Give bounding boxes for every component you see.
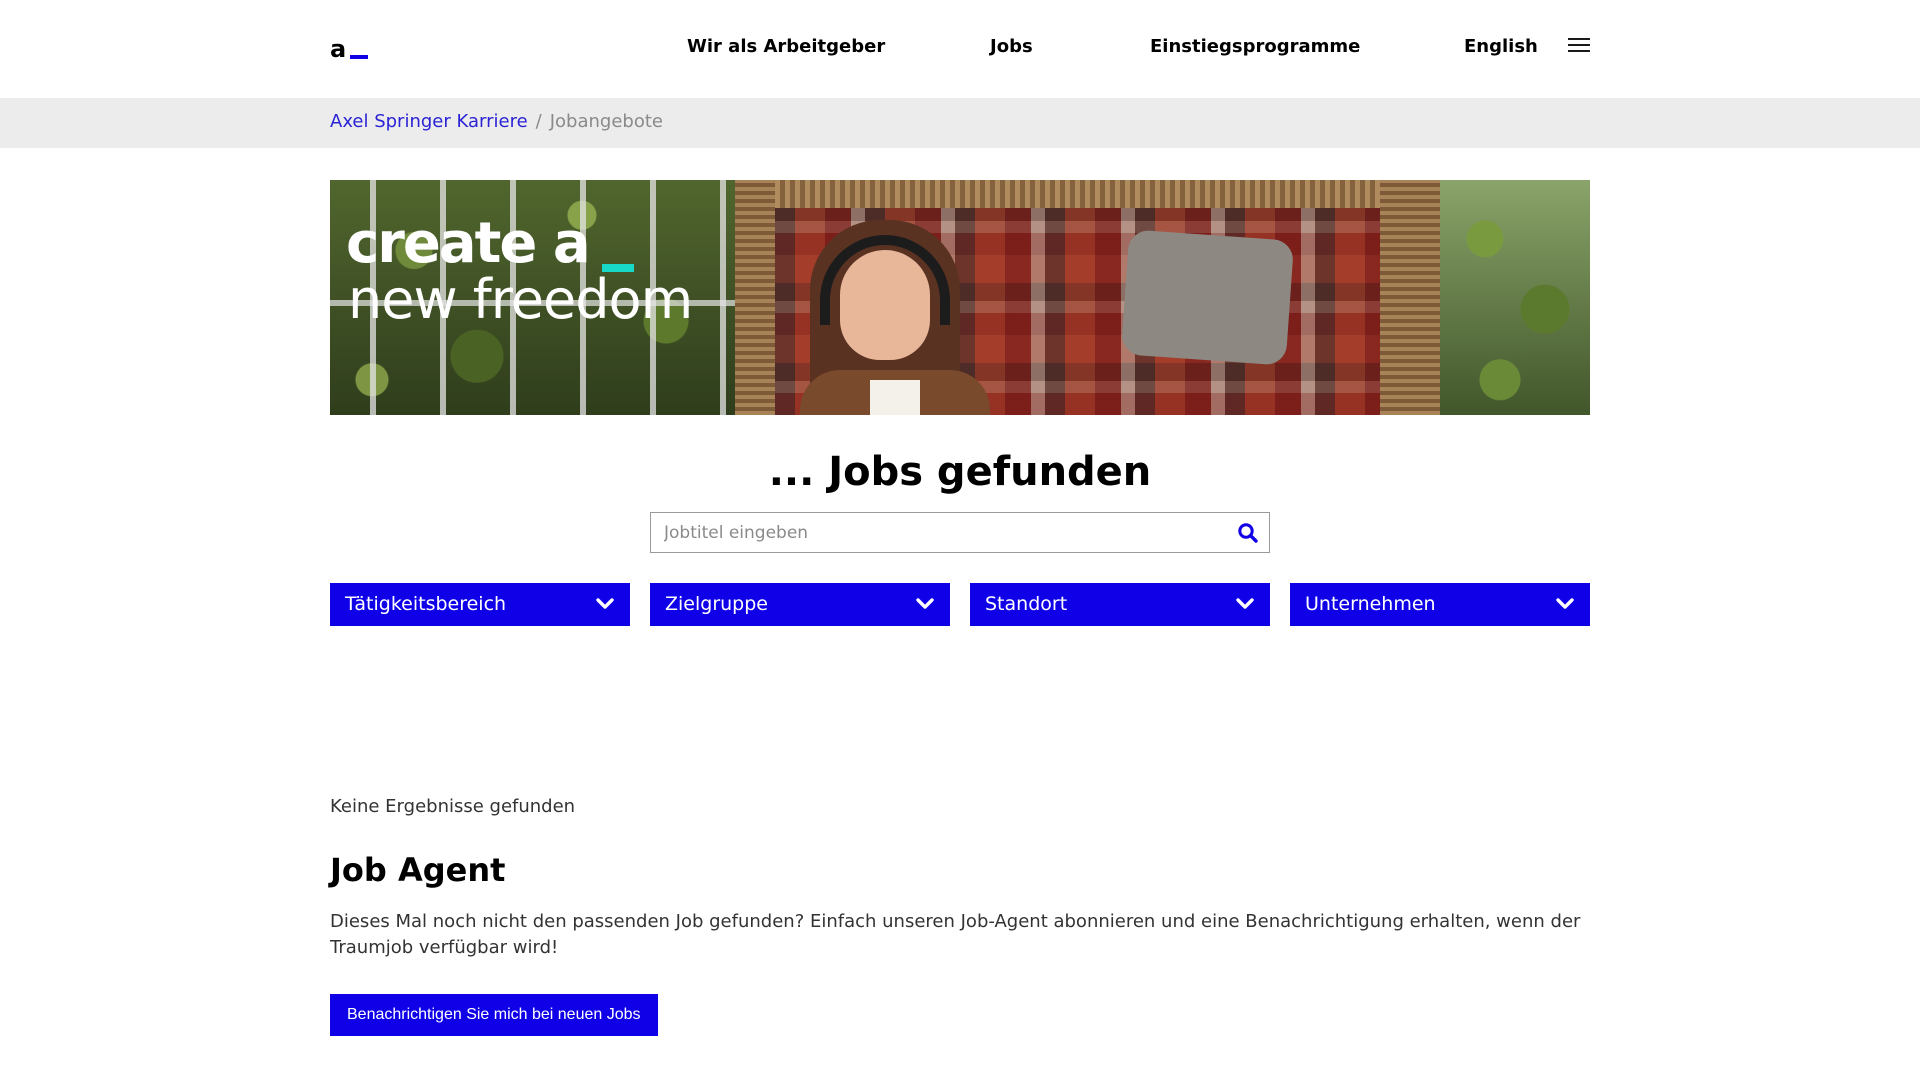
hamburger-menu-icon[interactable]: [1568, 38, 1590, 54]
logo-underscore: [350, 55, 368, 59]
filter-unternehmen[interactable]: Unternehmen: [1290, 583, 1590, 626]
breadcrumb-current: Jobangebote: [549, 111, 663, 132]
filter-label: Tätigkeitsbereich: [345, 593, 507, 615]
nav-wir-als-arbeitgeber[interactable]: Wir als Arbeitgeber: [687, 36, 885, 58]
notify-new-jobs-button[interactable]: Benachrichtigen Sie mich bei neuen Jobs: [330, 994, 658, 1036]
axel-springer-logo[interactable]: a: [330, 35, 370, 63]
nav-language-english[interactable]: English: [1464, 36, 1538, 58]
breadcrumb-home-link[interactable]: Axel Springer Karriere: [330, 111, 528, 132]
breadcrumb-separator: /: [535, 111, 542, 132]
job-agent-description: Dieses Mal noch nicht den passenden Job …: [330, 911, 1581, 958]
banner-headline: create a: [346, 211, 591, 276]
chevron-down-icon: [595, 597, 615, 611]
nav-jobs[interactable]: Jobs: [990, 36, 1033, 58]
job-agent-heading: Job Agent: [330, 851, 506, 889]
chevron-down-icon: [1235, 597, 1255, 611]
filter-standort[interactable]: Standort: [970, 583, 1270, 626]
site-header: a Wir als Arbeitgeber Jobs Einstiegsprog…: [0, 0, 1920, 98]
job-title-search-input[interactable]: [651, 513, 1221, 552]
banner-pillow: [1120, 229, 1295, 366]
no-results-message: Keine Ergebnisse gefunden: [330, 796, 576, 817]
nav-einstiegsprogramme[interactable]: Einstiegsprogramme: [1150, 36, 1360, 58]
search-icon[interactable]: [1237, 522, 1259, 544]
breadcrumb: Axel Springer Karriere / Jobangebote: [0, 98, 1920, 148]
banner-subheadline: new freedom: [348, 268, 693, 331]
banner-foliage-right: [1440, 180, 1590, 415]
filter-taetigkeitsbereich[interactable]: Tätigkeitsbereich: [330, 583, 630, 626]
page-title: ... Jobs gefunden: [768, 449, 1152, 495]
filter-label: Standort: [985, 593, 1068, 615]
job-search-box: [650, 512, 1270, 553]
filter-label: Zielgruppe: [665, 593, 768, 615]
filter-label: Unternehmen: [1305, 593, 1436, 615]
chevron-down-icon: [1555, 597, 1575, 611]
chevron-down-icon: [915, 597, 935, 611]
filter-zielgruppe[interactable]: Zielgruppe: [650, 583, 950, 626]
logo-letter: a: [330, 35, 347, 63]
hero-banner: create a new freedom: [330, 180, 1590, 415]
